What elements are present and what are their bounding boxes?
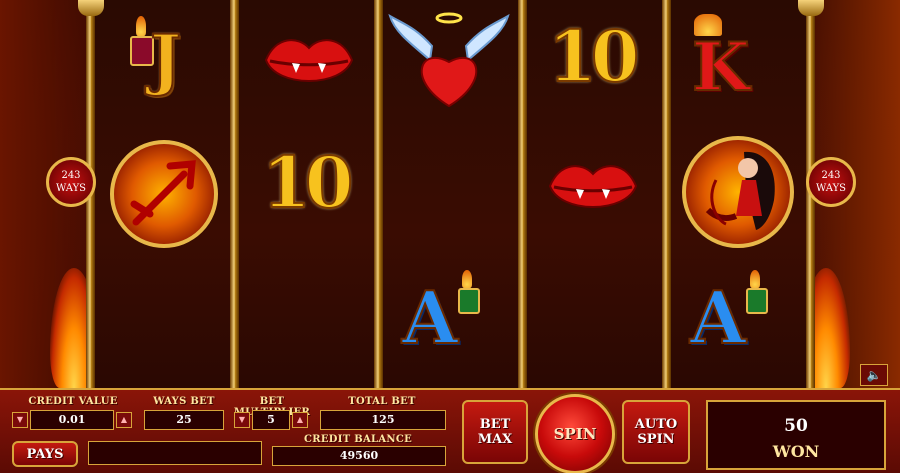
- symbol-vampire-lips: [546, 156, 640, 222]
- ways-badge-right: 243 WAYS: [806, 157, 856, 207]
- auto-spin-button[interactable]: AUTO SPIN: [622, 400, 690, 464]
- total-bet-display: 125: [320, 410, 446, 430]
- reel-divider-post: [662, 0, 671, 388]
- ways-badge-left: 243 WAYS: [46, 157, 96, 207]
- trident-icon: [130, 160, 196, 226]
- ways-number: 243: [61, 170, 81, 181]
- post-cap: [78, 0, 104, 16]
- won-label: WON: [772, 442, 820, 461]
- credit-value-increase-button[interactable]: ▲: [116, 412, 132, 428]
- shield-icon: [746, 288, 768, 314]
- post-cap: [798, 0, 824, 16]
- ways-word: WAYS: [55, 183, 87, 194]
- symbol-ten: 10: [261, 141, 354, 224]
- symbol-winged-heart: [386, 10, 512, 112]
- ways-word: WAYS: [815, 183, 847, 194]
- speaker-icon: 🔈: [866, 368, 882, 382]
- ways-bet-label: WAYS BET: [153, 396, 215, 407]
- reel-divider-post: [230, 0, 239, 388]
- shield-icon: [458, 288, 480, 314]
- won-display: 50 WON: [706, 400, 886, 470]
- symbol-jack: J: [128, 14, 200, 96]
- credit-balance-label: CREDIT BALANCE: [303, 434, 413, 445]
- game-stage: 243 WAYS 243 WAYS J 10 A 10 K A 🔈 CREDIT…: [0, 0, 900, 473]
- bet-multiplier-display: 5: [252, 410, 290, 430]
- symbol-ace: A: [689, 268, 780, 360]
- letter-a: A: [401, 275, 459, 360]
- credit-value-display: 0.01: [30, 410, 114, 430]
- total-bet-label: TOTAL BET: [348, 396, 416, 407]
- flame-icon: [750, 270, 760, 288]
- lips-icon: [548, 165, 638, 208]
- reel-divider-post: [518, 0, 527, 388]
- bet-max-button[interactable]: BET MAX: [462, 400, 528, 464]
- symbol-devil-girl-medallion: [682, 136, 794, 248]
- symbol-vampire-lips: [262, 30, 356, 96]
- letter-a: A: [689, 275, 747, 360]
- flame-icon: [462, 270, 472, 288]
- symbol-ten: 10: [547, 15, 640, 98]
- letter-j: J: [149, 20, 182, 98]
- letter-k: K: [691, 28, 750, 106]
- ways-bet-display: 25: [144, 410, 224, 430]
- winged-heart-icon: [388, 12, 510, 108]
- spin-button[interactable]: SPIN: [535, 394, 615, 473]
- bet-multiplier-decrease-button[interactable]: ▼: [234, 412, 250, 428]
- pays-button[interactable]: PAYS: [12, 441, 78, 467]
- credit-value-decrease-button[interactable]: ▼: [12, 412, 28, 428]
- credit-balance-display: 49560: [272, 446, 446, 466]
- symbol-king: K: [690, 10, 780, 106]
- reel-divider-post: [374, 0, 383, 388]
- message-display: [88, 441, 262, 465]
- bet-multiplier-increase-button[interactable]: ▲: [292, 412, 308, 428]
- sound-toggle-button[interactable]: 🔈: [860, 364, 888, 386]
- devil-girl-icon: [705, 151, 775, 230]
- lips-icon: [264, 39, 354, 82]
- flame-icon: [136, 16, 146, 36]
- ways-number: 243: [821, 170, 841, 181]
- symbol-trident-medallion: [110, 140, 218, 248]
- won-amount: 50: [784, 416, 808, 436]
- symbol-ace: A: [401, 268, 492, 360]
- credit-value-label: CREDIT VALUE: [28, 396, 118, 407]
